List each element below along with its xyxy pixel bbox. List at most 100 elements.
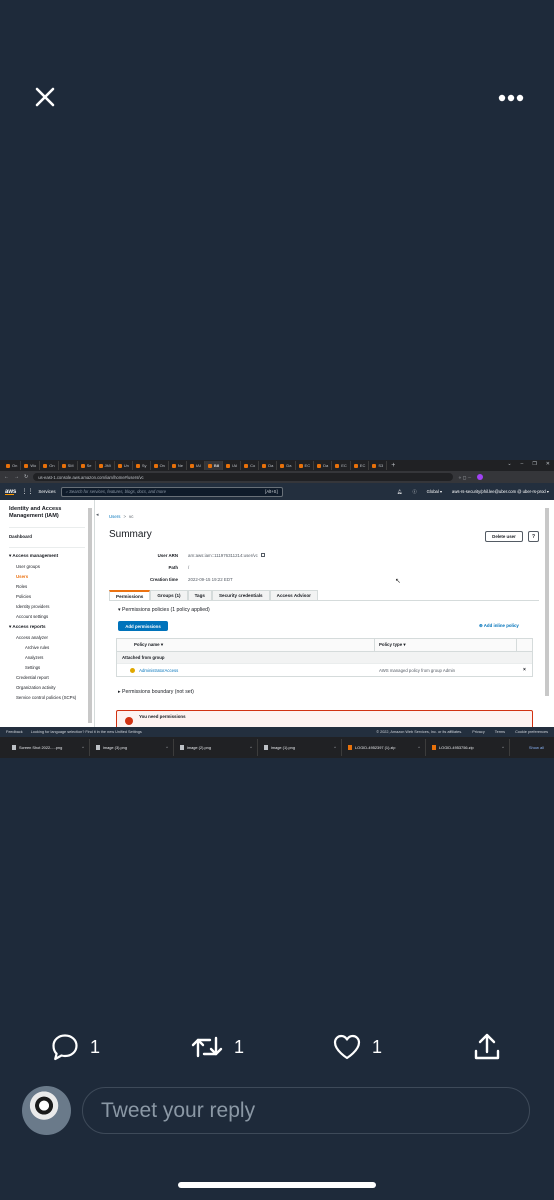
close-button[interactable] [30, 82, 60, 112]
reload-icon: ↻ [24, 474, 29, 480]
aws-logo: aws [5, 488, 17, 495]
address-bar: ← → ↻ us-east-1.console.aws.amazon.com/i… [0, 471, 554, 483]
browser-tab-strip: On Wo On SM Se JMi Un Sy On Ne IAI Bill IAI Co Da Da EC D… [0, 460, 554, 471]
browser-tab: On [3, 461, 22, 470]
download-item: LOGID-4952397 (1).zip ^ [342, 739, 426, 756]
nav-analyzers: Analyzers [25, 655, 44, 660]
nav-access-analyzer: Access analyzer [16, 635, 48, 640]
privacy-link: Privacy [472, 730, 485, 734]
nav-scrollbar [88, 508, 92, 723]
reply-count: 1 [90, 1036, 101, 1057]
browser-tab: S3 [369, 461, 388, 470]
zip-file-icon [348, 745, 352, 750]
show-all-downloads: Show all [528, 745, 544, 750]
policy-name-link: AdministratorAccess [139, 667, 179, 673]
more-horizontal-icon [498, 94, 524, 102]
reply-icon [52, 1034, 78, 1061]
browser-tab: Bill [204, 461, 224, 470]
browser-tab: Ne [169, 461, 188, 470]
remove-policy-icon: × [523, 667, 526, 673]
policies-table: Policy name ▾ Policy type ▾ Attached fro… [116, 638, 533, 677]
favicon-icon [61, 463, 66, 468]
browser-tab: EC [332, 461, 351, 470]
feedback-link: Feedback [6, 730, 23, 734]
browser-tab: SM [59, 461, 78, 470]
tweet-actions: 1 1 1 [0, 1028, 554, 1068]
window-controls: ⌄ – ❐ ✕ [507, 461, 550, 467]
back-icon: ← [4, 474, 9, 480]
browser-tab: Sy [133, 461, 151, 470]
favicon-icon [317, 463, 322, 468]
zip-file-icon [432, 745, 436, 750]
new-tab-icon: + [391, 462, 396, 469]
breadcrumb: Users > vc [109, 514, 134, 519]
download-item: image (3).png ^ [90, 739, 174, 756]
file-icon [180, 745, 184, 750]
nav-identity-providers: Identity providers [16, 604, 50, 609]
like-button[interactable]: 1 [332, 1028, 382, 1066]
favicon-icon [171, 463, 176, 468]
share-icon [474, 1033, 500, 1060]
favicon-icon [98, 463, 103, 468]
collapse-nav-icon: ◂ [96, 512, 99, 518]
delete-user-button: Delete user [485, 531, 523, 542]
tweet-reply-input[interactable]: Tweet your reply [82, 1087, 530, 1134]
main-scrollbar [545, 508, 549, 696]
browser-tab: EC [351, 461, 370, 470]
policy-type-cell: AWS managed policy from group Admin [379, 667, 456, 673]
retweet-icon [191, 1036, 223, 1058]
browser-tab: On [40, 461, 59, 470]
reply-button[interactable]: 1 [50, 1028, 100, 1066]
account-menu: aws-rs-security/phil.lee@uber.com @ uber… [452, 489, 549, 494]
search-shortcut: [Alt+S] [265, 489, 278, 494]
nav-dashboard: Dashboard [9, 534, 32, 539]
download-item: LOGID-4953756.zip ^ [426, 739, 510, 756]
grid-icon: ⋮⋮ [21, 489, 34, 495]
browser-tab: Da [259, 461, 278, 470]
forward-icon: → [14, 474, 19, 480]
favicon-icon [244, 463, 249, 468]
retweet-count: 1 [234, 1036, 245, 1057]
more-options-button[interactable] [494, 88, 528, 108]
favicon-icon [43, 463, 48, 468]
browser-tab: Un [115, 461, 133, 470]
bell-icon: 🔔︎ [397, 488, 403, 494]
permissions-policies-heading: ▾ Permissions policies (1 policy applied… [118, 607, 210, 613]
url-field: us-east-1.console.aws.amazon.com/iam/hom… [33, 473, 454, 481]
file-icon [12, 745, 16, 750]
add-permissions-button: Add permissions [118, 621, 168, 631]
favicon-icon [226, 463, 231, 468]
browser-tab: Da [277, 461, 296, 470]
services-menu: Services [38, 489, 56, 494]
browser-tab: Da [314, 461, 333, 470]
expand-icon: ▸ [124, 667, 127, 672]
table-row: ▸ AdministratorAccess AWS managed policy … [117, 664, 532, 676]
col-policy-name: Policy name ▾ [117, 639, 375, 651]
browser-tab: Co [241, 461, 260, 470]
browser-tab: IAI [223, 461, 242, 470]
downloads-bar: Screen Shot 2022-....png ^ image (3).png ^… [0, 737, 554, 758]
heart-icon [333, 1034, 361, 1060]
favicon-icon [298, 463, 303, 468]
favicon-icon [280, 463, 285, 468]
retweet-button[interactable]: 1 [190, 1028, 244, 1066]
policy-icon [130, 667, 136, 673]
nav-credential-report: Credential report [16, 675, 49, 680]
nav-scp: Service control policies (SCPs) [16, 695, 77, 700]
iam-left-nav: Identity and Access Management (IAM) Das… [0, 500, 95, 727]
avatar[interactable] [22, 1086, 71, 1135]
share-button[interactable] [472, 1028, 502, 1066]
extensions-icon: ✧ ▢ ⋯ [458, 474, 472, 480]
add-inline-policy-link: ⊕ Add inline policy [479, 623, 519, 628]
nav-users: Users [16, 574, 29, 579]
favicon-icon [6, 463, 10, 468]
screenshot-image[interactable]: On Wo On SM Se JMi Un Sy On Ne IAI Bill IAI Co Da Da EC D… [0, 460, 554, 758]
iam-main-content: Users > vc Summary Delete user ? User ARN … [104, 500, 544, 730]
home-indicator[interactable] [178, 1182, 376, 1188]
user-arn-label: User ARN [157, 553, 178, 558]
favicon-icon [353, 463, 358, 468]
copyright: © 2022, Amazon Web Services, Inc. or its… [376, 730, 463, 734]
path-label: Path [168, 565, 178, 570]
path-value: / [188, 565, 190, 570]
aws-header: aws ⋮⋮ Services ⌕ Search for services, f… [0, 483, 554, 500]
